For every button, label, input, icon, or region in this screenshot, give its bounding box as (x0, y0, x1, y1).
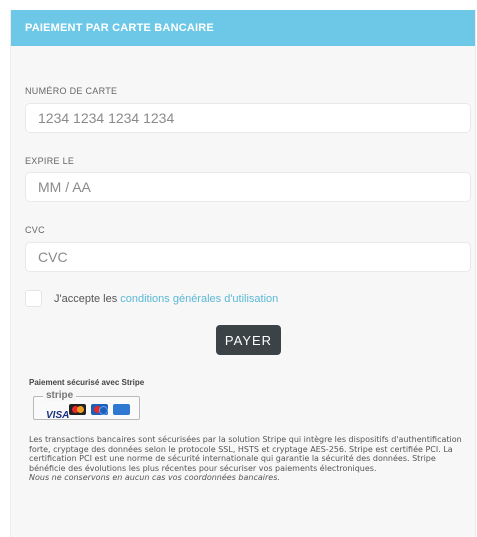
terms-checkbox[interactable] (25, 290, 42, 307)
cvc-label: CVC (25, 225, 45, 235)
amex-logo (113, 404, 130, 415)
pay-button[interactable]: PAYER (216, 325, 281, 355)
mastercard-logo (69, 404, 86, 415)
terms-link[interactable]: conditions générales d'utilisation (120, 293, 278, 305)
disclaimer-italic: Nous ne conservons en aucun cas vos coor… (29, 473, 280, 482)
disclaimer-text: Les transactions bancaires sont sécurisé… (29, 435, 462, 473)
maestro-logo (91, 404, 108, 415)
stripe-title: Paiement sécurisé avec Stripe (29, 378, 145, 387)
expiry-input[interactable] (25, 172, 471, 202)
terms-text: J'accepte les (54, 292, 118, 305)
card-number-label: NUMÉRO DE CARTE (25, 86, 118, 96)
card-number-input[interactable] (25, 103, 471, 133)
visa-logo: VISA (46, 410, 70, 421)
payment-panel: PAIEMENT PAR CARTE BANCAIRE NUMÉRO DE CA… (10, 10, 476, 537)
panel-title: PAIEMENT PAR CARTE BANCAIRE (11, 10, 475, 46)
stripe-badge: VISA stripe (29, 390, 140, 421)
security-disclaimer: Les transactions bancaires sont sécurisé… (29, 435, 464, 483)
terms-row: J'accepte les conditions générales d'uti… (25, 290, 278, 307)
stripe-word: stripe (43, 390, 77, 401)
cvc-input[interactable] (25, 242, 471, 272)
expiry-label: EXPIRE LE (25, 156, 75, 166)
